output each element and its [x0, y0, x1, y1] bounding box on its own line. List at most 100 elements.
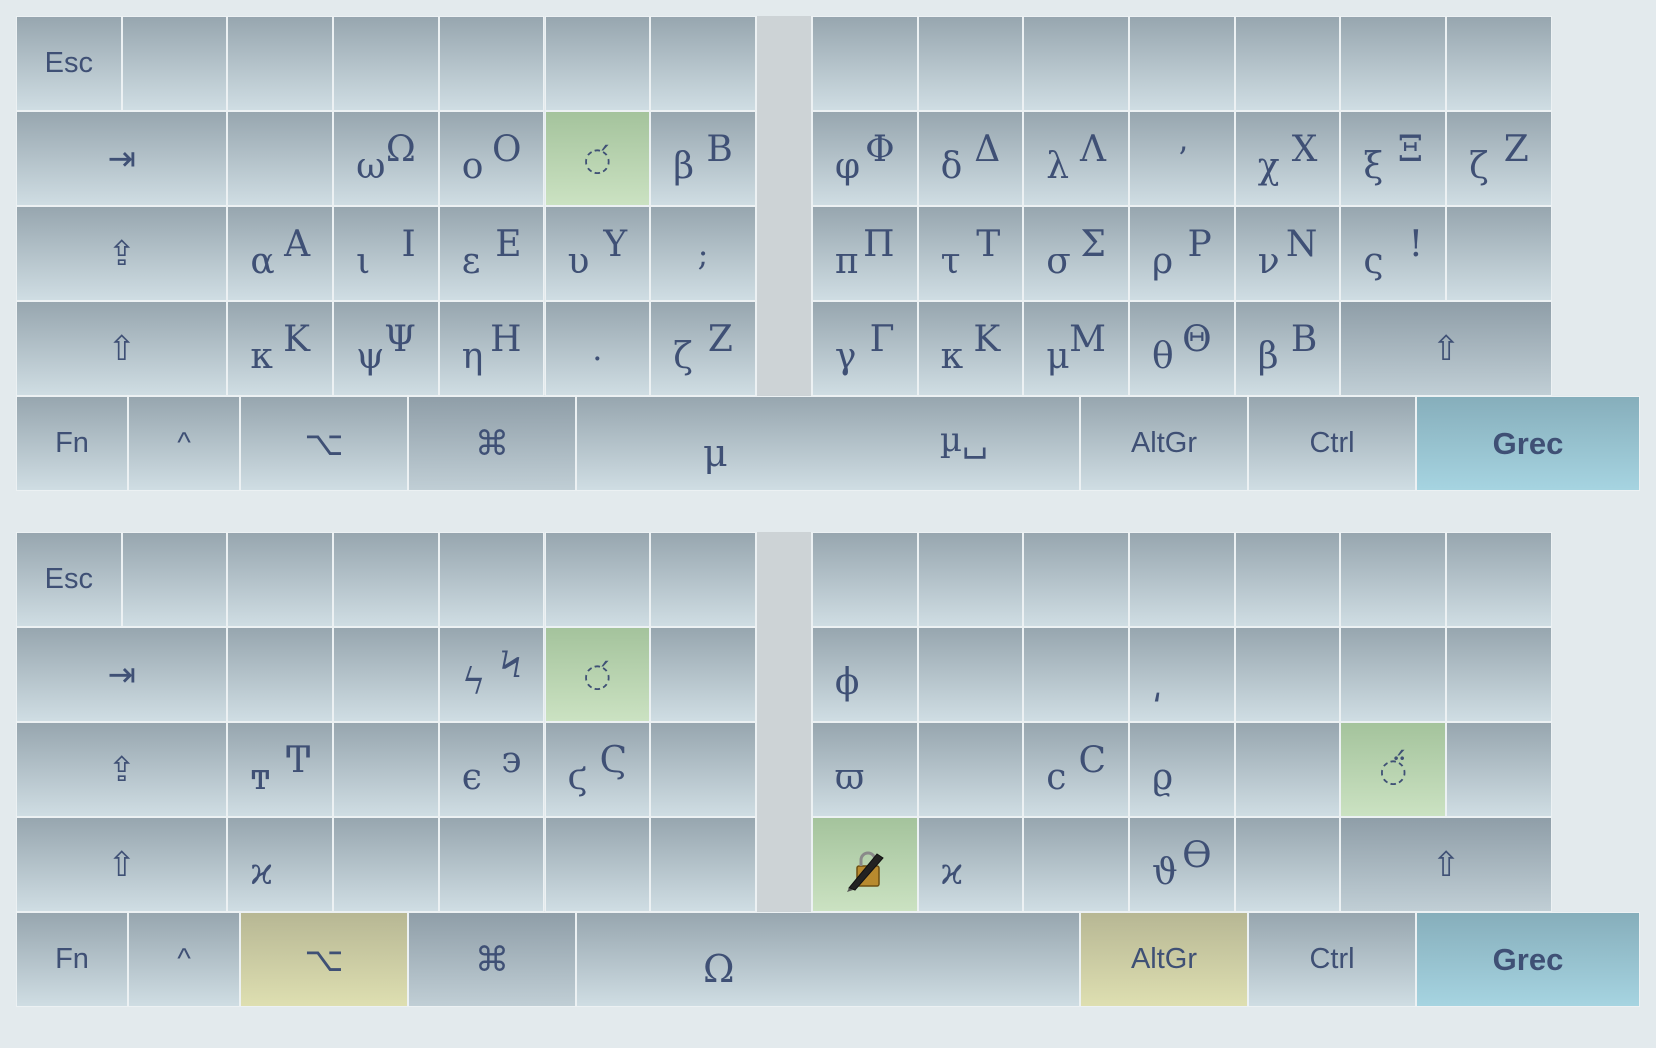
- key-char[interactable]: Οο: [438, 111, 545, 206]
- key-blank[interactable]: [333, 532, 439, 627]
- key-char[interactable]: ◌́: [544, 627, 651, 722]
- key-char[interactable]: Ρρ: [1129, 206, 1235, 301]
- key-char[interactable]: Ͳͳ: [227, 722, 334, 817]
- key-altgr[interactable]: AltGr: [1080, 396, 1248, 491]
- key-char[interactable]: ʼ: [1129, 111, 1235, 206]
- key-char[interactable]: Ττ: [917, 206, 1024, 301]
- key-blank[interactable]: [227, 627, 334, 722]
- key-char[interactable]: Ωω: [333, 111, 439, 206]
- key-blank[interactable]: [917, 722, 1024, 817]
- key-blank[interactable]: [917, 532, 1024, 627]
- key-caps-lock[interactable]: ⇪: [16, 722, 228, 817]
- key-blank[interactable]: [438, 532, 545, 627]
- key-blank[interactable]: [227, 532, 334, 627]
- key-char[interactable]: Εε: [438, 206, 545, 301]
- key-char[interactable]: Ππ: [811, 206, 918, 301]
- key-char[interactable]: Ββ: [650, 111, 756, 206]
- key-shift[interactable]: ⇧: [1340, 301, 1552, 396]
- key-char[interactable]: ϖ: [811, 722, 918, 817]
- key-command[interactable]: ⌘: [408, 396, 576, 491]
- key-blank[interactable]: [544, 16, 651, 111]
- key-char[interactable]: ϰ: [227, 817, 334, 912]
- key-blank[interactable]: [650, 817, 756, 912]
- key-blank[interactable]: [1129, 532, 1235, 627]
- key-tab[interactable]: ⇥: [16, 111, 228, 206]
- key-fn[interactable]: Fn: [16, 912, 128, 1007]
- key-char[interactable]: Ββ: [1234, 301, 1341, 396]
- key-blank[interactable]: [227, 16, 334, 111]
- key-char[interactable]: Ηη: [438, 301, 545, 396]
- key-char[interactable]: ϱ: [1129, 722, 1235, 817]
- key-char[interactable]: Ϛϛ: [544, 722, 651, 817]
- key-blank[interactable]: [1023, 16, 1129, 111]
- key-blank[interactable]: [1340, 627, 1447, 722]
- key-char[interactable]: ;: [650, 206, 756, 301]
- key-blank[interactable]: [1234, 627, 1341, 722]
- key-blank[interactable]: [1129, 16, 1235, 111]
- key-shift[interactable]: ⇧: [16, 817, 228, 912]
- key-blank[interactable]: [1023, 627, 1129, 722]
- key-blank[interactable]: [811, 532, 918, 627]
- key-char[interactable]: Θθ: [1129, 301, 1235, 396]
- key-char[interactable]: Υυ: [544, 206, 651, 301]
- key-fn[interactable]: Fn: [16, 396, 128, 491]
- key-blank[interactable]: [438, 16, 545, 111]
- key-blank[interactable]: [1023, 532, 1129, 627]
- key-char[interactable]: Γγ: [811, 301, 918, 396]
- key-char[interactable]: Λλ: [1023, 111, 1129, 206]
- key-esc[interactable]: Esc: [16, 16, 122, 111]
- key-shift[interactable]: ⇧: [1340, 817, 1552, 912]
- key-blank[interactable]: [438, 817, 545, 912]
- key-char[interactable]: Ζζ: [1446, 111, 1552, 206]
- key-char[interactable]: ϕ: [811, 627, 918, 722]
- key-blank[interactable]: [1446, 532, 1552, 627]
- key-space[interactable]: μ µ␣: [576, 396, 1080, 491]
- key-char[interactable]: Ψψ: [333, 301, 439, 396]
- key-blank[interactable]: [544, 532, 651, 627]
- key-^[interactable]: ^: [128, 912, 240, 1007]
- key-char[interactable]: ϶ ϵ: [438, 722, 545, 817]
- key-blank[interactable]: [1234, 532, 1341, 627]
- key-blank[interactable]: [333, 817, 439, 912]
- key-space[interactable]: Ω: [576, 912, 1080, 1007]
- key-blank[interactable]: [121, 532, 228, 627]
- key-caps-lock[interactable]: ⇪: [16, 206, 228, 301]
- key-blank[interactable]: [811, 16, 918, 111]
- key-char[interactable]: Μμ: [1023, 301, 1129, 396]
- key-char[interactable]: Κκ: [227, 301, 334, 396]
- key-blank[interactable]: [1446, 206, 1552, 301]
- key-blank[interactable]: [650, 532, 756, 627]
- key-^[interactable]: ^: [128, 396, 240, 491]
- key-esc[interactable]: Esc: [16, 532, 122, 627]
- key-char[interactable]: Ϟϟ: [438, 627, 545, 722]
- key-char[interactable]: ◌̈́: [1340, 722, 1447, 817]
- key-char[interactable]: Φφ: [811, 111, 918, 206]
- key-char[interactable]: ͵: [1129, 627, 1235, 722]
- key-char[interactable]: Αα: [227, 206, 334, 301]
- key-blank[interactable]: [544, 817, 651, 912]
- key-blank[interactable]: [121, 16, 228, 111]
- key-char[interactable]: Νν: [1234, 206, 1341, 301]
- key-char[interactable]: ! ς: [1340, 206, 1447, 301]
- key-blank[interactable]: [1340, 16, 1447, 111]
- key-blank[interactable]: [1234, 16, 1341, 111]
- key-grec[interactable]: Grec: [1416, 396, 1640, 491]
- key-blank[interactable]: [917, 16, 1024, 111]
- key-blank[interactable]: [1446, 627, 1552, 722]
- key-tab[interactable]: ⇥: [16, 627, 228, 722]
- key-blank[interactable]: [917, 627, 1024, 722]
- key-char[interactable]: .: [544, 301, 651, 396]
- key-command[interactable]: ⌘: [408, 912, 576, 1007]
- key-char[interactable]: Ξξ: [1340, 111, 1447, 206]
- key-blank[interactable]: [1234, 722, 1341, 817]
- key-blank[interactable]: [333, 16, 439, 111]
- key-char[interactable]: Δδ: [917, 111, 1024, 206]
- key-blank[interactable]: [650, 627, 756, 722]
- key-blank[interactable]: [1340, 532, 1447, 627]
- key-blank[interactable]: [650, 722, 756, 817]
- key-option[interactable]: ⌥: [240, 912, 408, 1007]
- key-ctrl[interactable]: Ctrl: [1248, 912, 1416, 1007]
- key-blank[interactable]: [1023, 817, 1129, 912]
- key-char[interactable]: ϴϑ: [1129, 817, 1235, 912]
- key-blank[interactable]: [333, 627, 439, 722]
